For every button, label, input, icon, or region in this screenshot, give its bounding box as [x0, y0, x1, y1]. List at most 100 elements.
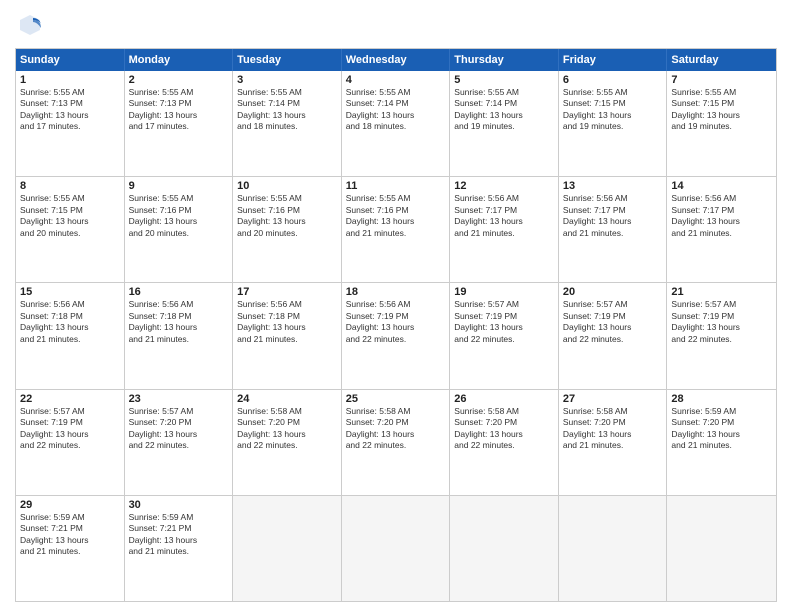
calendar-day-12: 12Sunrise: 5:56 AM Sunset: 7:17 PM Dayli…: [450, 177, 559, 282]
calendar-cell-empty: [342, 496, 451, 601]
day-number: 17: [237, 286, 337, 298]
day-info: Sunrise: 5:57 AM Sunset: 7:19 PM Dayligh…: [454, 299, 554, 345]
calendar-day-23: 23Sunrise: 5:57 AM Sunset: 7:20 PM Dayli…: [125, 390, 234, 495]
calendar-day-20: 20Sunrise: 5:57 AM Sunset: 7:19 PM Dayli…: [559, 283, 668, 388]
header-day-wednesday: Wednesday: [342, 49, 451, 71]
day-info: Sunrise: 5:55 AM Sunset: 7:16 PM Dayligh…: [237, 193, 337, 239]
day-info: Sunrise: 5:59 AM Sunset: 7:21 PM Dayligh…: [129, 512, 229, 558]
calendar-row-4: 22Sunrise: 5:57 AM Sunset: 7:19 PM Dayli…: [16, 389, 776, 495]
day-info: Sunrise: 5:55 AM Sunset: 7:14 PM Dayligh…: [454, 87, 554, 133]
day-number: 28: [671, 393, 772, 405]
calendar-cell-empty: [559, 496, 668, 601]
header-day-saturday: Saturday: [667, 49, 776, 71]
calendar-cell-empty: [450, 496, 559, 601]
day-number: 18: [346, 286, 446, 298]
day-number: 4: [346, 74, 446, 86]
calendar-day-15: 15Sunrise: 5:56 AM Sunset: 7:18 PM Dayli…: [16, 283, 125, 388]
day-number: 3: [237, 74, 337, 86]
header-day-monday: Monday: [125, 49, 234, 71]
day-info: Sunrise: 5:58 AM Sunset: 7:20 PM Dayligh…: [563, 406, 663, 452]
calendar-day-6: 6Sunrise: 5:55 AM Sunset: 7:15 PM Daylig…: [559, 71, 668, 176]
day-number: 21: [671, 286, 772, 298]
day-info: Sunrise: 5:56 AM Sunset: 7:17 PM Dayligh…: [563, 193, 663, 239]
day-info: Sunrise: 5:58 AM Sunset: 7:20 PM Dayligh…: [346, 406, 446, 452]
day-number: 6: [563, 74, 663, 86]
header-day-tuesday: Tuesday: [233, 49, 342, 71]
day-info: Sunrise: 5:55 AM Sunset: 7:16 PM Dayligh…: [129, 193, 229, 239]
header-day-sunday: Sunday: [16, 49, 125, 71]
calendar-day-5: 5Sunrise: 5:55 AM Sunset: 7:14 PM Daylig…: [450, 71, 559, 176]
day-info: Sunrise: 5:55 AM Sunset: 7:15 PM Dayligh…: [563, 87, 663, 133]
day-info: Sunrise: 5:59 AM Sunset: 7:20 PM Dayligh…: [671, 406, 772, 452]
day-info: Sunrise: 5:57 AM Sunset: 7:19 PM Dayligh…: [20, 406, 120, 452]
day-info: Sunrise: 5:55 AM Sunset: 7:16 PM Dayligh…: [346, 193, 446, 239]
day-number: 7: [671, 74, 772, 86]
calendar-day-19: 19Sunrise: 5:57 AM Sunset: 7:19 PM Dayli…: [450, 283, 559, 388]
header-day-thursday: Thursday: [450, 49, 559, 71]
day-info: Sunrise: 5:55 AM Sunset: 7:15 PM Dayligh…: [671, 87, 772, 133]
calendar-row-5: 29 Sunrise: 5:59 AM Sunset: 7:21 PM Dayli…: [16, 495, 776, 601]
logo: [15, 10, 49, 40]
calendar-day-25: 25Sunrise: 5:58 AM Sunset: 7:20 PM Dayli…: [342, 390, 451, 495]
calendar-day-3: 3Sunrise: 5:55 AM Sunset: 7:14 PM Daylig…: [233, 71, 342, 176]
calendar-day-2: 2Sunrise: 5:55 AM Sunset: 7:13 PM Daylig…: [125, 71, 234, 176]
calendar-day-27: 27Sunrise: 5:58 AM Sunset: 7:20 PM Dayli…: [559, 390, 668, 495]
calendar-day-1: 1Sunrise: 5:55 AM Sunset: 7:13 PM Daylig…: [16, 71, 125, 176]
day-info: Sunrise: 5:58 AM Sunset: 7:20 PM Dayligh…: [237, 406, 337, 452]
day-number: 27: [563, 393, 663, 405]
calendar-header: SundayMondayTuesdayWednesdayThursdayFrid…: [16, 49, 776, 71]
calendar-cell-empty: [667, 496, 776, 601]
day-info: Sunrise: 5:56 AM Sunset: 7:17 PM Dayligh…: [671, 193, 772, 239]
day-number: 1: [20, 74, 120, 86]
day-number: 11: [346, 180, 446, 192]
day-info: Sunrise: 5:56 AM Sunset: 7:17 PM Dayligh…: [454, 193, 554, 239]
calendar-day-16: 16Sunrise: 5:56 AM Sunset: 7:18 PM Dayli…: [125, 283, 234, 388]
calendar-day-24: 24Sunrise: 5:58 AM Sunset: 7:20 PM Dayli…: [233, 390, 342, 495]
day-number: 22: [20, 393, 120, 405]
calendar-day-26: 26Sunrise: 5:58 AM Sunset: 7:20 PM Dayli…: [450, 390, 559, 495]
day-number: 9: [129, 180, 229, 192]
calendar-day-30: 30Sunrise: 5:59 AM Sunset: 7:21 PM Dayli…: [125, 496, 234, 601]
calendar: SundayMondayTuesdayWednesdayThursdayFrid…: [15, 48, 777, 602]
day-info: Sunrise: 5:55 AM Sunset: 7:14 PM Dayligh…: [346, 87, 446, 133]
header-day-friday: Friday: [559, 49, 668, 71]
day-info: Sunrise: 5:57 AM Sunset: 7:19 PM Dayligh…: [671, 299, 772, 345]
calendar-body: 1 Sunrise: 5:55 AM Sunset: 7:13 PM Daylig…: [16, 71, 776, 601]
calendar-day-14: 14Sunrise: 5:56 AM Sunset: 7:17 PM Dayli…: [667, 177, 776, 282]
day-number: 16: [129, 286, 229, 298]
calendar-day-29: 29Sunrise: 5:59 AM Sunset: 7:21 PM Dayli…: [16, 496, 125, 601]
calendar-row-1: 1 Sunrise: 5:55 AM Sunset: 7:13 PM Daylig…: [16, 71, 776, 176]
day-number: 8: [20, 180, 120, 192]
day-info: Sunrise: 5:56 AM Sunset: 7:18 PM Dayligh…: [237, 299, 337, 345]
calendar-day-28: 28Sunrise: 5:59 AM Sunset: 7:20 PM Dayli…: [667, 390, 776, 495]
calendar-day-17: 17Sunrise: 5:56 AM Sunset: 7:18 PM Dayli…: [233, 283, 342, 388]
day-number: 30: [129, 499, 229, 511]
page: SundayMondayTuesdayWednesdayThursdayFrid…: [0, 0, 792, 612]
calendar-row-2: 8Sunrise: 5:55 AM Sunset: 7:15 PM Daylig…: [16, 176, 776, 282]
day-number: 12: [454, 180, 554, 192]
calendar-day-8: 8Sunrise: 5:55 AM Sunset: 7:15 PM Daylig…: [16, 177, 125, 282]
day-number: 14: [671, 180, 772, 192]
calendar-day-22: 22Sunrise: 5:57 AM Sunset: 7:19 PM Dayli…: [16, 390, 125, 495]
calendar-day-18: 18Sunrise: 5:56 AM Sunset: 7:19 PM Dayli…: [342, 283, 451, 388]
day-number: 19: [454, 286, 554, 298]
day-number: 29: [20, 499, 120, 511]
calendar-cell-empty: [233, 496, 342, 601]
calendar-row-3: 15Sunrise: 5:56 AM Sunset: 7:18 PM Dayli…: [16, 282, 776, 388]
day-info: Sunrise: 5:55 AM Sunset: 7:15 PM Dayligh…: [20, 193, 120, 239]
day-number: 25: [346, 393, 446, 405]
day-number: 24: [237, 393, 337, 405]
day-number: 10: [237, 180, 337, 192]
calendar-day-10: 10Sunrise: 5:55 AM Sunset: 7:16 PM Dayli…: [233, 177, 342, 282]
day-number: 5: [454, 74, 554, 86]
header: [15, 10, 777, 40]
day-number: 20: [563, 286, 663, 298]
day-info: Sunrise: 5:55 AM Sunset: 7:13 PM Dayligh…: [129, 87, 229, 133]
day-number: 26: [454, 393, 554, 405]
calendar-day-7: 7Sunrise: 5:55 AM Sunset: 7:15 PM Daylig…: [667, 71, 776, 176]
day-number: 2: [129, 74, 229, 86]
calendar-day-11: 11Sunrise: 5:55 AM Sunset: 7:16 PM Dayli…: [342, 177, 451, 282]
day-info: Sunrise: 5:56 AM Sunset: 7:19 PM Dayligh…: [346, 299, 446, 345]
day-info: Sunrise: 5:57 AM Sunset: 7:19 PM Dayligh…: [563, 299, 663, 345]
day-info: Sunrise: 5:55 AM Sunset: 7:14 PM Dayligh…: [237, 87, 337, 133]
